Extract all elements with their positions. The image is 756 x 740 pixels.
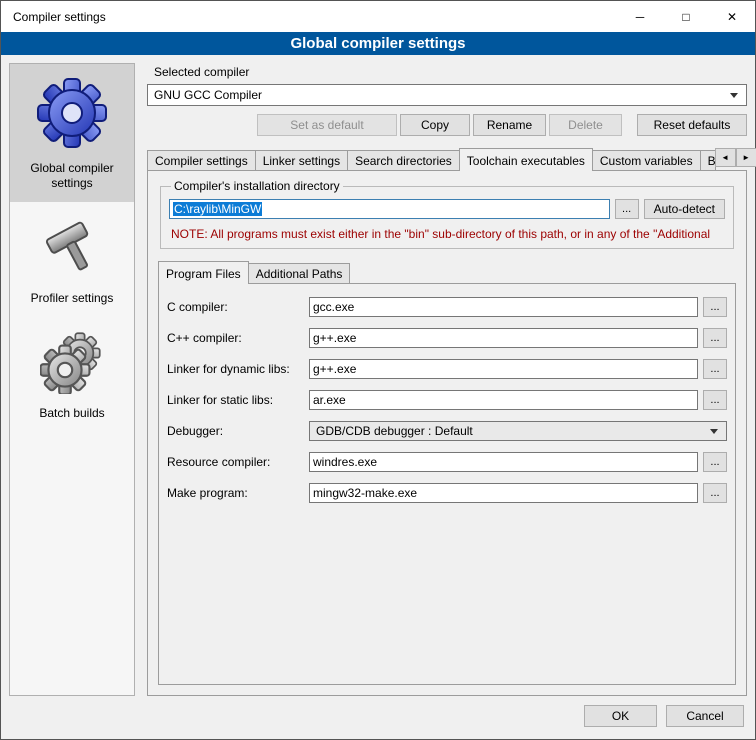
field-label: Debugger: <box>167 424 309 438</box>
sidebar-item-batch-builds[interactable]: Batch builds <box>10 317 134 432</box>
cpp-compiler-input[interactable]: g++.exe <box>309 328 698 348</box>
dialog-header-title: Global compiler settings <box>290 35 465 52</box>
field-label: C++ compiler: <box>167 331 309 345</box>
installation-directory-value: C:\raylib\MinGW <box>173 202 262 216</box>
selected-compiler-value: GNU GCC Compiler <box>154 88 724 102</box>
field-label: Make program: <box>167 486 309 500</box>
selected-compiler-label: Selected compiler <box>154 65 747 79</box>
tab-linker-settings[interactable]: Linker settings <box>255 150 348 170</box>
maximize-button[interactable]: □ <box>663 1 709 32</box>
cancel-button[interactable]: Cancel <box>666 705 744 727</box>
field-row: Debugger: GDB/CDB debugger : Default <box>167 421 727 441</box>
field-row: C compiler: gcc.exe ... <box>167 297 727 317</box>
chevron-down-icon <box>730 93 738 98</box>
field-label: Linker for static libs: <box>167 393 309 407</box>
make-program-input[interactable]: mingw32-make.exe <box>309 483 698 503</box>
category-sidebar: Global compiler settings <box>9 63 135 696</box>
subtab-program-files[interactable]: Program Files <box>158 261 249 284</box>
field-row: Linker for static libs: ar.exe ... <box>167 390 727 410</box>
debugger-combobox[interactable]: GDB/CDB debugger : Default <box>309 421 727 441</box>
installation-directory-row: C:\raylib\MinGW ... Auto-detect <box>169 199 725 219</box>
selected-compiler-combobox[interactable]: GNU GCC Compiler <box>147 84 747 106</box>
installation-directory-group: Compiler's installation directory C:\ray… <box>160 179 734 249</box>
sidebar-item-profiler-settings[interactable]: Profiler settings <box>10 202 134 317</box>
compiler-buttons-row: Set as default Copy Rename Delete Reset … <box>147 114 747 136</box>
installation-directory-browse-button[interactable]: ... <box>615 199 639 219</box>
cpp-compiler-browse-button[interactable]: ... <box>703 328 727 348</box>
installation-directory-legend: Compiler's installation directory <box>171 179 343 193</box>
copy-button[interactable]: Copy <box>400 114 470 136</box>
rename-button[interactable]: Rename <box>473 114 546 136</box>
field-label: C compiler: <box>167 300 309 314</box>
delete-button: Delete <box>549 114 622 136</box>
resource-compiler-browse-button[interactable]: ... <box>703 452 727 472</box>
tab-compiler-settings[interactable]: Compiler settings <box>147 150 256 170</box>
tab-build-truncated[interactable]: Buil <box>700 150 716 170</box>
reset-defaults-button[interactable]: Reset defaults <box>637 114 747 136</box>
c-compiler-input[interactable]: gcc.exe <box>309 297 698 317</box>
window-controls: ─ □ ✕ <box>617 1 755 32</box>
tab-search-directories[interactable]: Search directories <box>347 150 460 170</box>
ok-button[interactable]: OK <box>584 705 657 727</box>
sidebar-item-label: Profiler settings <box>31 291 114 306</box>
close-button[interactable]: ✕ <box>709 1 755 32</box>
tab-scrollers: ◄ ► <box>715 148 756 167</box>
static-linker-browse-button[interactable]: ... <box>703 390 727 410</box>
tab-scroll-left-button[interactable]: ◄ <box>715 148 736 167</box>
dynamic-linker-input[interactable]: g++.exe <box>309 359 698 379</box>
c-compiler-browse-button[interactable]: ... <box>703 297 727 317</box>
field-label: Linker for dynamic libs: <box>167 362 309 376</box>
bin-subdirectory-note: NOTE: All programs must exist either in … <box>171 227 725 241</box>
set-as-default-button: Set as default <box>257 114 397 136</box>
program-files-page: C compiler: gcc.exe ... C++ compiler: g+… <box>158 283 736 685</box>
main-panel: Selected compiler GNU GCC Compiler Set a… <box>147 63 747 696</box>
compiler-settings-window: Compiler settings ─ □ ✕ Global compiler … <box>0 0 756 740</box>
resource-compiler-input[interactable]: windres.exe <box>309 452 698 472</box>
program-files-tabbar: Program Files Additional Paths <box>158 261 736 283</box>
minimize-button[interactable]: ─ <box>617 1 663 32</box>
sidebar-item-global-compiler-settings[interactable]: Global compiler settings <box>10 64 134 202</box>
make-program-browse-button[interactable]: ... <box>703 483 727 503</box>
dialog-footer: OK Cancel <box>1 700 755 739</box>
settings-tabbar: Compiler settings Linker settings Search… <box>147 148 747 170</box>
chevron-down-icon <box>710 429 718 434</box>
titlebar: Compiler settings ─ □ ✕ <box>1 1 755 32</box>
tab-scroll-right-button[interactable]: ► <box>736 148 756 167</box>
gray-gears-icon <box>40 330 104 399</box>
profiler-tool-icon <box>40 215 104 284</box>
dynamic-linker-browse-button[interactable]: ... <box>703 359 727 379</box>
field-label: Resource compiler: <box>167 455 309 469</box>
window-title: Compiler settings <box>1 10 106 24</box>
auto-detect-button[interactable]: Auto-detect <box>644 199 725 219</box>
tab-toolchain-executables[interactable]: Toolchain executables <box>459 148 593 171</box>
blue-gear-icon <box>36 77 108 154</box>
field-row: C++ compiler: g++.exe ... <box>167 328 727 348</box>
installation-directory-input[interactable]: C:\raylib\MinGW <box>169 199 610 219</box>
static-linker-input[interactable]: ar.exe <box>309 390 698 410</box>
field-row: Linker for dynamic libs: g++.exe ... <box>167 359 727 379</box>
subtab-additional-paths[interactable]: Additional Paths <box>248 263 351 283</box>
dialog-header: Global compiler settings <box>1 32 755 55</box>
debugger-value: GDB/CDB debugger : Default <box>316 424 704 438</box>
field-row: Make program: mingw32-make.exe ... <box>167 483 727 503</box>
tab-custom-variables[interactable]: Custom variables <box>592 150 701 170</box>
sidebar-item-label: Global compiler settings <box>14 161 130 191</box>
field-row: Resource compiler: windres.exe ... <box>167 452 727 472</box>
sidebar-item-label: Batch builds <box>39 406 104 421</box>
toolchain-executables-page: Compiler's installation directory C:\ray… <box>147 170 747 696</box>
